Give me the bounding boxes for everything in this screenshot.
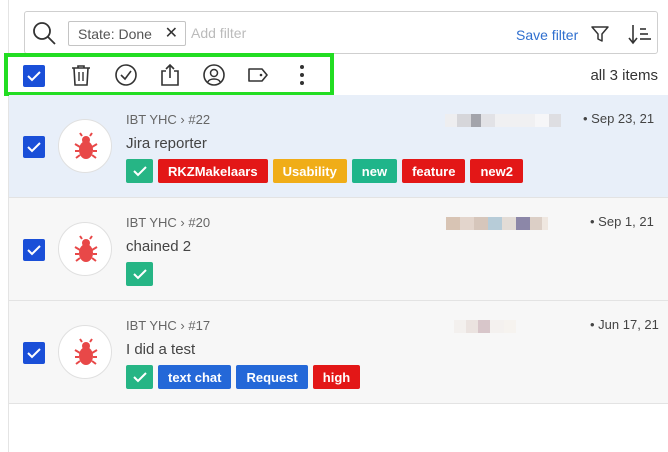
bug-icon (74, 132, 98, 159)
issue-row[interactable]: IBT YHC › #20 chained 2 • Sep 1, 21 (9, 198, 668, 301)
resolved-check-icon (126, 365, 153, 389)
funnel-icon[interactable] (590, 24, 610, 44)
row-checkbox[interactable] (23, 239, 45, 261)
filter-chip-label: State: Done (78, 25, 152, 42)
tag-badge[interactable]: Request (236, 365, 308, 389)
row-checkbox[interactable] (23, 342, 45, 364)
sort-icon[interactable] (628, 23, 652, 45)
issue-date: • Jun 17, 21 (590, 317, 659, 332)
filter-bar: State: Done ✕ Add filter Save filter (24, 11, 658, 54)
bulk-action-toolbar (4, 53, 334, 96)
tag-list (126, 262, 153, 286)
more-options-icon[interactable] (290, 63, 314, 87)
row-checkbox[interactable] (23, 136, 45, 158)
issue-date: • Sep 23, 21 (583, 111, 655, 126)
search-icon[interactable] (32, 21, 56, 45)
blurred-assignee (446, 217, 548, 230)
issue-title[interactable]: chained 2 (126, 238, 191, 255)
assign-user-icon[interactable] (202, 63, 226, 87)
issue-row[interactable]: IBT YHC › #22 Jira reporter • Sep 23, 21… (9, 95, 668, 198)
tag-badge[interactable]: new2 (470, 159, 523, 183)
tag-icon[interactable] (246, 63, 270, 87)
close-icon[interactable]: ✕ (165, 26, 178, 42)
save-filter-link[interactable]: Save filter (516, 27, 578, 43)
issue-row[interactable]: IBT YHC › #17 I did a test • Jun 17, 21 … (9, 301, 668, 404)
add-filter-input[interactable]: Add filter (191, 25, 246, 41)
tag-badge[interactable]: Usability (272, 159, 347, 183)
tag-list: text chat Request high (126, 365, 361, 389)
blurred-assignee (445, 114, 561, 127)
item-count: all 3 items (590, 67, 658, 84)
bug-icon (74, 338, 98, 365)
blurred-assignee (454, 320, 516, 333)
bug-avatar (58, 119, 112, 173)
share-icon[interactable] (158, 63, 182, 87)
tag-badge[interactable]: feature (402, 159, 466, 183)
bug-avatar (58, 325, 112, 379)
select-all-checkbox[interactable] (23, 65, 45, 87)
tag-badge[interactable]: high (312, 365, 361, 389)
issue-project: IBT YHC › #17 (126, 318, 211, 333)
bug-icon (74, 235, 98, 262)
tag-badge[interactable]: text chat (158, 365, 232, 389)
issue-project: IBT YHC › #20 (126, 215, 211, 230)
tag-list: RKZMakelaars Usability new feature new2 (126, 159, 523, 183)
issue-project: IBT YHC › #22 (126, 112, 211, 127)
resolved-check-icon (126, 159, 153, 183)
issue-title[interactable]: Jira reporter (126, 135, 207, 152)
tag-badge[interactable]: RKZMakelaars (158, 159, 268, 183)
filter-chip-state[interactable]: State: Done ✕ (68, 21, 186, 46)
delete-icon[interactable] (69, 63, 93, 87)
bug-avatar (58, 222, 112, 276)
tag-badge[interactable]: new (351, 159, 398, 183)
resolved-check-icon (126, 262, 153, 286)
issue-title[interactable]: I did a test (126, 341, 195, 358)
resolve-icon[interactable] (114, 63, 138, 87)
issue-date: • Sep 1, 21 (590, 214, 654, 229)
